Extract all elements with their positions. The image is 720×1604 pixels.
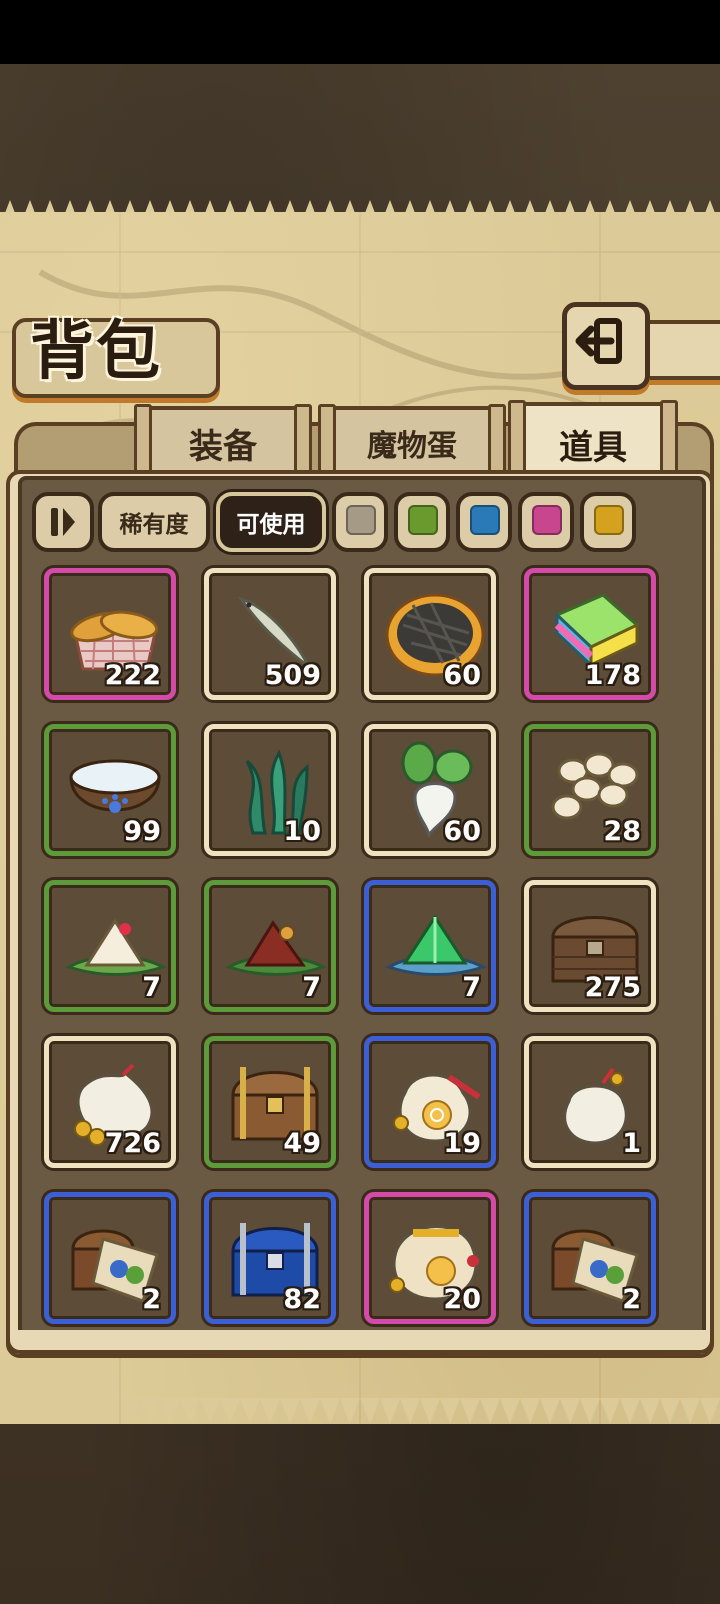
- tab-equipment[interactable]: 装备: [134, 404, 312, 494]
- usable-filter-button[interactable]: 可使用: [216, 492, 326, 552]
- item-count: 99: [123, 816, 161, 847]
- item-slot[interactable]: 19: [364, 1036, 496, 1168]
- sort-order-button[interactable]: [32, 492, 94, 552]
- item-slot[interactable]: 2: [524, 1192, 656, 1324]
- item-slot[interactable]: 726: [44, 1036, 176, 1168]
- item-count: 7: [302, 972, 321, 1003]
- sort-toggle-icon: [51, 508, 75, 536]
- item-count: 726: [104, 1128, 161, 1159]
- rarity-blue-filter[interactable]: [456, 492, 512, 552]
- item-slot[interactable]: 178: [524, 568, 656, 700]
- item-count: 7: [462, 972, 481, 1003]
- tab-items-label: 道具: [559, 427, 627, 468]
- item-count: 2: [142, 1284, 161, 1315]
- item-slot[interactable]: 2: [44, 1192, 176, 1324]
- tab-equipment-label: 装备: [189, 426, 257, 467]
- item-slot[interactable]: 20: [364, 1192, 496, 1324]
- item-count: 28: [603, 816, 641, 847]
- item-count: 178: [584, 660, 641, 691]
- item-slot[interactable]: 7: [364, 880, 496, 1012]
- item-count: 82: [283, 1284, 321, 1315]
- item-slot[interactable]: 275: [524, 880, 656, 1012]
- item-slot[interactable]: 49: [204, 1036, 336, 1168]
- item-count: 20: [443, 1284, 481, 1315]
- paper-torn-bottom: [0, 1398, 720, 1424]
- item-slot[interactable]: 509: [204, 568, 336, 700]
- gold-swatch: [594, 505, 624, 535]
- gray-swatch: [346, 505, 376, 535]
- item-count: 7: [142, 972, 161, 1003]
- blue-swatch: [470, 505, 500, 535]
- back-arrow-icon: [575, 318, 622, 364]
- item-count: 275: [584, 972, 641, 1003]
- item-count: 222: [104, 660, 161, 691]
- item-slot[interactable]: 7: [204, 880, 336, 1012]
- back-control: [562, 302, 720, 390]
- rarity-gray-filter[interactable]: [332, 492, 388, 552]
- item-slot[interactable]: 7: [44, 880, 176, 1012]
- rarity-green-filter[interactable]: [394, 492, 450, 552]
- item-count: 2: [622, 1284, 641, 1315]
- item-slot[interactable]: 60: [364, 568, 496, 700]
- item-count: 1: [622, 1128, 641, 1159]
- item-count: 509: [264, 660, 321, 691]
- item-slot[interactable]: 60: [364, 724, 496, 856]
- item-slot[interactable]: 222: [44, 568, 176, 700]
- item-count: 60: [443, 816, 481, 847]
- item-slot[interactable]: 1: [524, 1036, 656, 1168]
- panel-bottom-rail: [6, 1330, 714, 1354]
- item-count: 49: [283, 1128, 321, 1159]
- tab-monster-eggs[interactable]: 魔物蛋: [318, 404, 506, 494]
- item-slot[interactable]: 10: [204, 724, 336, 856]
- back-button[interactable]: [562, 302, 650, 390]
- item-count: 60: [443, 660, 481, 691]
- item-grid: 222 509 60 178 99 10 60 28 7 7 7 275 726…: [36, 560, 686, 1330]
- item-count: 10: [283, 816, 321, 847]
- rarity-gold-filter[interactable]: [580, 492, 636, 552]
- item-count: 19: [443, 1128, 481, 1159]
- page-title: 背包: [30, 314, 162, 389]
- item-slot[interactable]: 28: [524, 724, 656, 856]
- status-bar: [0, 0, 720, 64]
- pink-swatch: [532, 505, 562, 535]
- green-swatch: [408, 505, 438, 535]
- filter-bar: 稀有度 可使用: [32, 492, 692, 552]
- item-slot[interactable]: 99: [44, 724, 176, 856]
- tab-monster-eggs-label: 魔物蛋: [367, 429, 457, 464]
- rarity-pink-filter[interactable]: [518, 492, 574, 552]
- item-slot[interactable]: 82: [204, 1192, 336, 1324]
- rarity-filter-button[interactable]: 稀有度: [98, 492, 210, 552]
